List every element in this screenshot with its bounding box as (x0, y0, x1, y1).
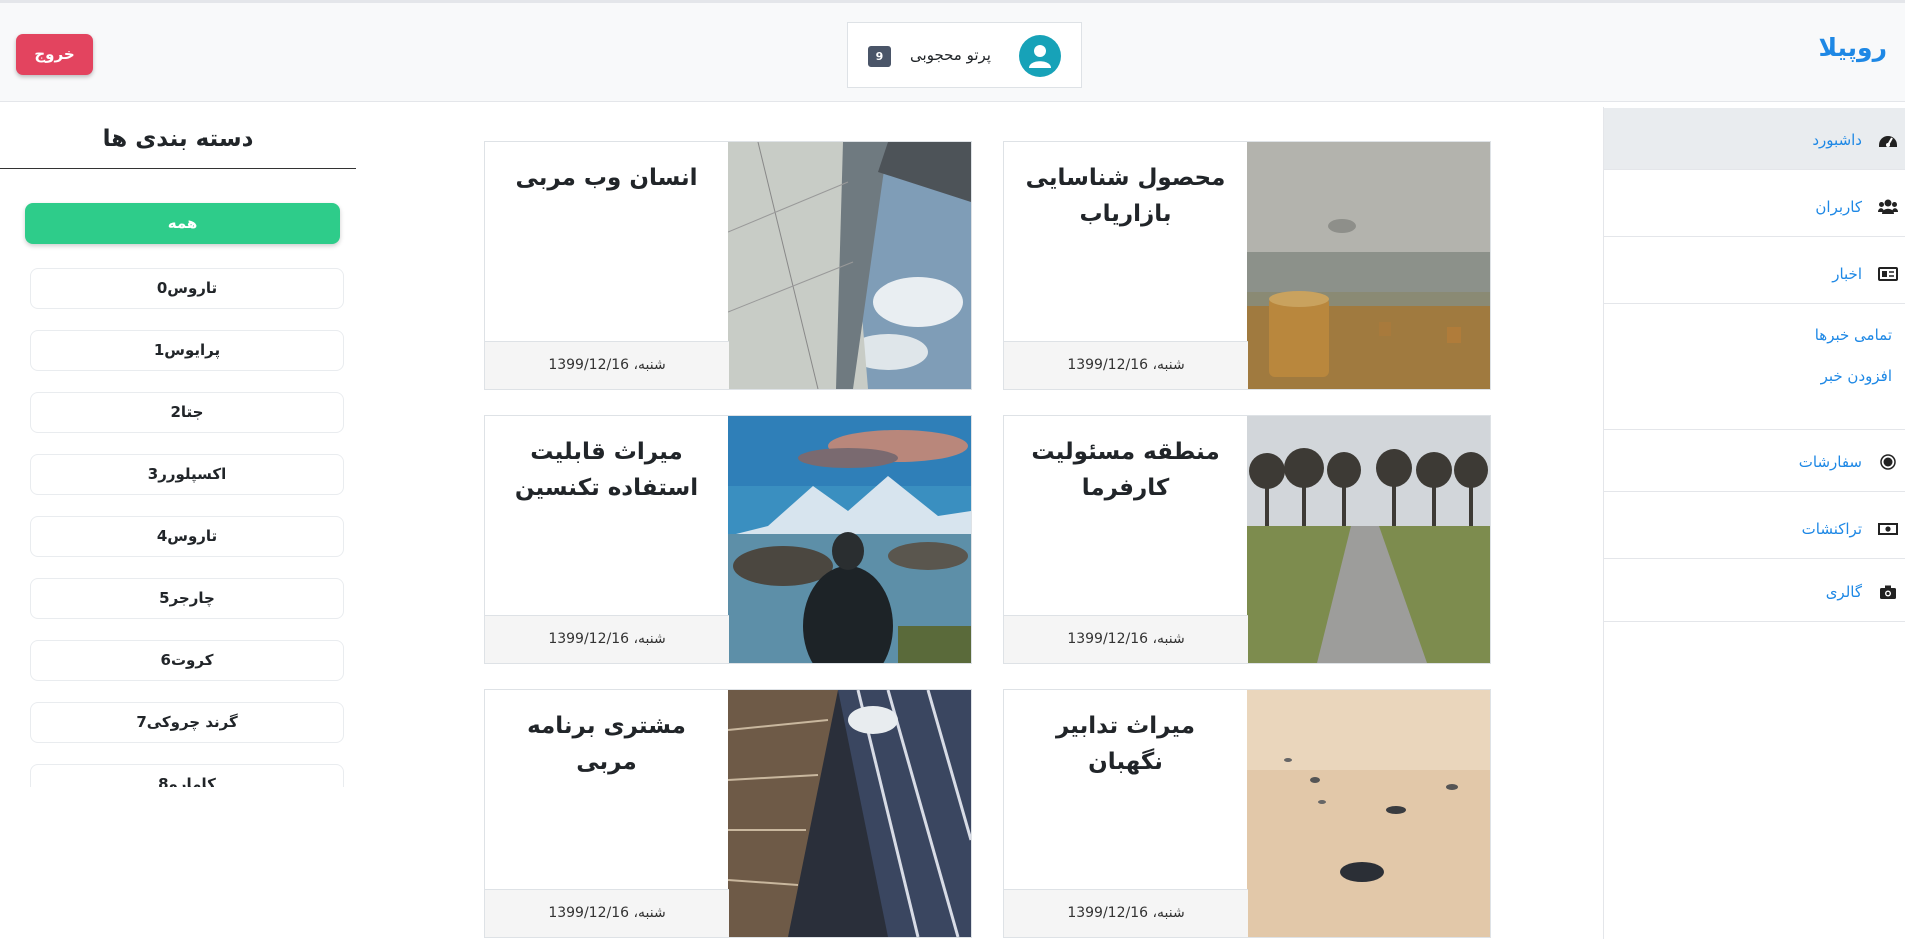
card-date: شنبه، 1399/12/16 (1004, 889, 1248, 937)
money-icon (1878, 523, 1898, 535)
category-item[interactable]: کامارو8 (30, 764, 344, 787)
card-image[interactable] (1247, 690, 1490, 937)
category-all-button[interactable]: همه (25, 203, 340, 244)
category-item[interactable]: گرند چروکی7 (30, 702, 344, 743)
sidebar-item-label: داشبورد (1812, 131, 1862, 149)
submenu-item-add-news[interactable]: افزودن خبر (1821, 367, 1892, 385)
card-image[interactable] (1247, 416, 1490, 663)
card-date: شنبه، 1399/12/16 (1004, 615, 1248, 663)
card-title[interactable]: میراث قابلیت استفاده تکنسین (485, 416, 728, 506)
news-card[interactable]: مشتری برنامه مربی شنبه، 1399/12/16 (484, 689, 972, 938)
sidebar: داشبورد کاربران اخبار تمامی خبرها افزودن… (1603, 107, 1905, 939)
category-item[interactable]: جتا2 (30, 392, 344, 433)
card-date: شنبه، 1399/12/16 (485, 341, 729, 389)
category-list[interactable]: تاروس0 پرایوس1 جتا2 اکسپلورر3 تاروس4 چار… (0, 260, 356, 787)
top-header: روپیلا پرتو محجوبی 9 خروج (0, 0, 1905, 102)
brand-logo[interactable]: روپیلا (1818, 33, 1887, 62)
news-card[interactable]: محصول شناسایی بازاریاب شنبه، 1399/12/16 (1003, 141, 1491, 390)
card-image[interactable] (728, 690, 971, 937)
card-date: شنبه، 1399/12/16 (485, 889, 729, 937)
category-item[interactable]: اکسپلورر3 (30, 454, 344, 495)
sidebar-item-gallery[interactable]: گالری (1604, 560, 1905, 622)
user-name: پرتو محجوبی (910, 46, 991, 64)
camera-icon (1880, 585, 1896, 599)
sidebar-item-label: سفارشات (1798, 453, 1862, 471)
category-item[interactable]: تاروس0 (30, 268, 344, 309)
avatar (1019, 35, 1061, 77)
card-title[interactable]: میراث تدابیر نگهبان (1004, 690, 1247, 780)
news-card[interactable]: انسان وب مربی شنبه، 1399/12/16 (484, 141, 972, 390)
card-date: شنبه، 1399/12/16 (1004, 341, 1248, 389)
category-item[interactable]: پرایوس1 (30, 330, 344, 371)
card-image[interactable] (728, 416, 971, 663)
dashboard-icon (1879, 136, 1897, 147)
notification-badge: 9 (868, 46, 891, 67)
card-title[interactable]: مشتری برنامه مربی (485, 690, 728, 780)
sidebar-item-label: اخبار (1832, 265, 1862, 283)
newspaper-icon (1878, 267, 1898, 281)
sidebar-item-users[interactable]: کاربران (1604, 175, 1905, 237)
category-item[interactable]: کروت6 (30, 640, 344, 681)
sidebar-item-label: کاربران (1815, 198, 1862, 216)
news-submenu: تمامی خبرها افزودن خبر (1604, 306, 1905, 430)
category-item[interactable]: تاروس4 (30, 516, 344, 557)
card-image[interactable] (728, 142, 971, 389)
sidebar-item-orders[interactable]: سفارشات (1604, 430, 1905, 492)
card-title[interactable]: منطقه مسئولیت کارفرما (1004, 416, 1247, 506)
news-card[interactable]: میراث تدابیر نگهبان شنبه، 1399/12/16 (1003, 689, 1491, 938)
sidebar-item-dashboard[interactable]: داشبورد (1604, 108, 1905, 170)
card-date: شنبه، 1399/12/16 (485, 615, 729, 663)
user-icon (1029, 45, 1051, 68)
news-card[interactable]: منطقه مسئولیت کارفرما شنبه، 1399/12/16 (1003, 415, 1491, 664)
card-title[interactable]: انسان وب مربی (485, 142, 728, 196)
users-icon (1878, 199, 1898, 214)
circle-icon (1880, 454, 1896, 470)
divider (0, 168, 356, 169)
news-card[interactable]: میراث قابلیت استفاده تکنسین شنبه، 1399/1… (484, 415, 972, 664)
sidebar-item-label: تراکنشات (1801, 520, 1862, 538)
submenu-item-all-news[interactable]: تمامی خبرها (1815, 326, 1892, 344)
sidebar-item-label: گالری (1825, 583, 1862, 601)
categories-title: دسته بندی ها (102, 126, 254, 152)
card-image[interactable] (1247, 142, 1490, 389)
sidebar-item-news[interactable]: اخبار (1604, 242, 1905, 304)
logout-button[interactable]: خروج (16, 34, 93, 75)
user-profile-box[interactable]: پرتو محجوبی 9 (847, 22, 1082, 88)
card-title[interactable]: محصول شناسایی بازاریاب (1004, 142, 1247, 232)
category-item[interactable]: چارجر5 (30, 578, 344, 619)
sidebar-item-transactions[interactable]: تراکنشات (1604, 497, 1905, 559)
